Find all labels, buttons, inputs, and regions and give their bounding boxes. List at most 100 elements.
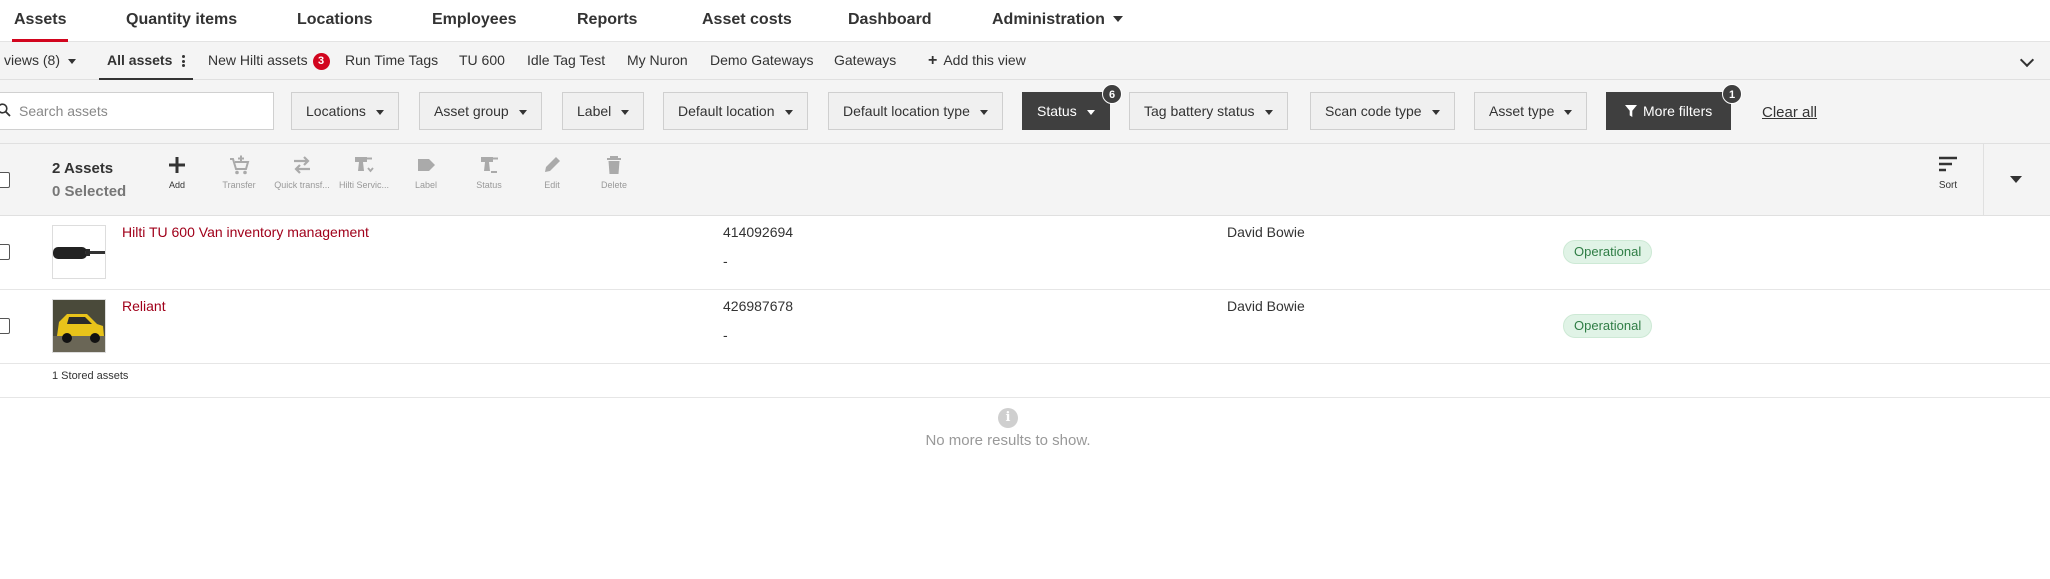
- chevron-down-icon: [1264, 109, 1273, 115]
- device-image: [53, 247, 105, 259]
- clear-all-link[interactable]: Clear all: [1762, 104, 1817, 121]
- sort-label: Sort: [1938, 180, 1958, 191]
- chevron-down-icon: [518, 109, 527, 115]
- chevron-down-icon: [1086, 109, 1095, 115]
- expand-views-icon[interactable]: [2019, 52, 2035, 68]
- asset-name-link[interactable]: Hilti TU 600 Van inventory management: [122, 224, 369, 240]
- view-gateways[interactable]: Gateways: [834, 42, 896, 80]
- funnel-icon: [1625, 105, 1637, 117]
- filter-scan-code-type[interactable]: Scan code type: [1310, 92, 1455, 130]
- tab-quantity-items[interactable]: Quantity items: [126, 0, 237, 42]
- tool-label: Delete: [600, 180, 627, 190]
- filter-status[interactable]: Status 6: [1022, 84, 1122, 130]
- view-my-nuron[interactable]: My Nuron: [627, 42, 688, 80]
- tab-assets[interactable]: Assets: [12, 0, 69, 42]
- filter-asset-type[interactable]: Asset type: [1474, 92, 1588, 130]
- tab-reports[interactable]: Reports: [577, 0, 637, 42]
- plus-icon: [169, 157, 185, 173]
- device-thumbnail: [52, 225, 106, 279]
- status-button[interactable]: Status: [461, 154, 517, 191]
- search-input[interactable]: [19, 93, 269, 129]
- chevron-down-icon: [784, 109, 793, 115]
- tab-administration[interactable]: Administration: [992, 0, 1123, 42]
- tab-locations[interactable]: Locations: [297, 0, 373, 42]
- kebab-menu-icon[interactable]: [182, 54, 186, 69]
- edit-button[interactable]: Edit: [524, 154, 580, 191]
- filter-tag-battery-status[interactable]: Tag battery status: [1129, 92, 1288, 130]
- drill-icon: [355, 157, 374, 173]
- filter-label: Asset type: [1489, 103, 1555, 119]
- view-tu-600[interactable]: TU 600: [459, 42, 505, 80]
- car-thumbnail: [52, 299, 106, 353]
- views-selector[interactable]: views (8): [4, 42, 77, 80]
- count-badge: 1: [1722, 84, 1742, 104]
- drill-status-icon: [481, 157, 498, 173]
- row-checkbox[interactable]: [0, 318, 10, 334]
- view-new-hilti-assets[interactable]: New Hilti assets 3: [208, 42, 330, 80]
- quick-transfer-button[interactable]: Quick transf...: [274, 154, 330, 191]
- view-demo-gateways[interactable]: Demo Gateways: [710, 42, 813, 80]
- filter-default-location[interactable]: Default location: [663, 92, 808, 130]
- filter-asset-group[interactable]: Asset group: [419, 92, 542, 130]
- trash-icon: [607, 156, 621, 174]
- filter-bar: Locations Asset group Label Default loca…: [0, 80, 2050, 144]
- add-view-label: Add this view: [943, 52, 1026, 68]
- filter-label: Tag battery status: [1144, 103, 1255, 119]
- chevron-down-icon: [979, 109, 988, 115]
- asset-number: 414092694: [723, 224, 794, 240]
- table-row[interactable]: Reliant 426987678 - David Bowie Operatio…: [0, 290, 2050, 364]
- asset-secondary: -: [723, 253, 728, 269]
- tab-asset-costs[interactable]: Asset costs: [702, 0, 792, 42]
- tag-icon: [418, 159, 435, 171]
- asset-owner: David Bowie: [1227, 224, 1305, 240]
- filter-locations[interactable]: Locations: [291, 92, 399, 130]
- yellow-car-image: [53, 300, 105, 352]
- view-idle-tag-test[interactable]: Idle Tag Test: [527, 42, 605, 80]
- filter-default-location-type[interactable]: Default location type: [828, 92, 1003, 130]
- filter-label: Asset group: [434, 103, 509, 119]
- views-bar: views (8) All assets New Hilti assets 3 R…: [0, 42, 2050, 80]
- asset-name-link[interactable]: Reliant: [122, 298, 166, 314]
- tool-label: Status: [476, 180, 502, 190]
- tool-label: Edit: [544, 180, 560, 190]
- divider: [0, 397, 2050, 398]
- hilti-service-button[interactable]: Hilti Servic...: [336, 154, 392, 191]
- swap-arrows-icon: [294, 156, 310, 174]
- info-icon: i: [998, 408, 1018, 428]
- view-label: New Hilti assets: [208, 52, 308, 68]
- table-row[interactable]: Hilti TU 600 Van inventory management 41…: [0, 216, 2050, 290]
- sort-icon: [1939, 156, 1957, 172]
- tab-dashboard[interactable]: Dashboard: [848, 0, 932, 42]
- more-filters-button[interactable]: More filters 1: [1606, 84, 1742, 130]
- transfer-button[interactable]: Transfer: [211, 154, 267, 191]
- divider: [1983, 144, 1984, 216]
- view-run-time-tags[interactable]: Run Time Tags: [345, 42, 438, 80]
- chevron-down-icon[interactable]: [2010, 176, 2022, 183]
- sort-button[interactable]: Sort: [1920, 154, 1976, 191]
- status-badge: Operational: [1563, 240, 1653, 264]
- add-button[interactable]: Add: [149, 154, 205, 191]
- row-checkbox[interactable]: [0, 244, 10, 260]
- delete-button[interactable]: Delete: [586, 154, 642, 191]
- count-badge: 6: [1102, 84, 1122, 104]
- search-box: [0, 92, 274, 130]
- filter-label: Default location type: [843, 103, 970, 119]
- tool-label: Transfer: [222, 180, 256, 190]
- chevron-down-icon: [1431, 109, 1440, 115]
- filter-label[interactable]: Label: [562, 92, 645, 130]
- asset-number: 426987678: [723, 298, 794, 314]
- add-view-button[interactable]: + Add this view: [928, 42, 1026, 80]
- search-icon: [0, 103, 11, 117]
- label-button[interactable]: Label: [398, 154, 454, 191]
- view-all-assets[interactable]: All assets: [99, 42, 194, 80]
- status-badge: Operational: [1563, 314, 1653, 338]
- tab-employees[interactable]: Employees: [432, 0, 516, 42]
- stored-assets-label[interactable]: 1 Stored assets: [52, 370, 128, 382]
- tool-label: Hilti Servic...: [338, 180, 389, 190]
- view-label: All assets: [107, 52, 173, 68]
- asset-count: 2 Assets: [52, 160, 114, 177]
- cart-plus-icon: [230, 155, 250, 175]
- asset-toolbar: 2 Assets 0 Selected Add Transfer Quick t…: [0, 144, 2050, 216]
- select-all-checkbox[interactable]: [0, 172, 10, 188]
- empty-message: No more results to show.: [925, 432, 1091, 449]
